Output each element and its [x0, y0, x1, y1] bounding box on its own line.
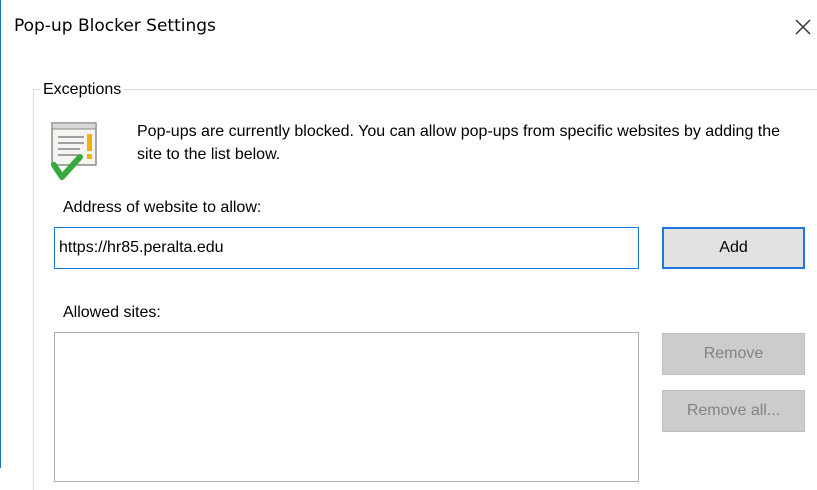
exceptions-group-label: Exceptions — [40, 80, 125, 100]
allowed-sites-list[interactable] — [54, 332, 639, 482]
remove-all-button[interactable]: Remove all... — [662, 390, 805, 432]
window-title: Pop-up Blocker Settings — [14, 16, 216, 36]
address-label: Address of website to allow: — [63, 199, 262, 216]
info-message: Pop-ups are currently blocked. You can a… — [137, 123, 781, 163]
address-input[interactable] — [54, 227, 639, 269]
allowed-sites-label: Allowed sites: — [63, 304, 161, 321]
close-icon — [795, 19, 811, 35]
add-button[interactable]: Add — [662, 227, 805, 269]
notepad-checkmark-icon — [50, 121, 98, 183]
remove-button[interactable]: Remove — [662, 333, 805, 375]
window-border — [0, 0, 1, 468]
popup-blocker-settings-window: Pop-up Blocker Settings Exceptions Pop-u… — [0, 0, 817, 490]
close-button[interactable] — [790, 10, 817, 42]
